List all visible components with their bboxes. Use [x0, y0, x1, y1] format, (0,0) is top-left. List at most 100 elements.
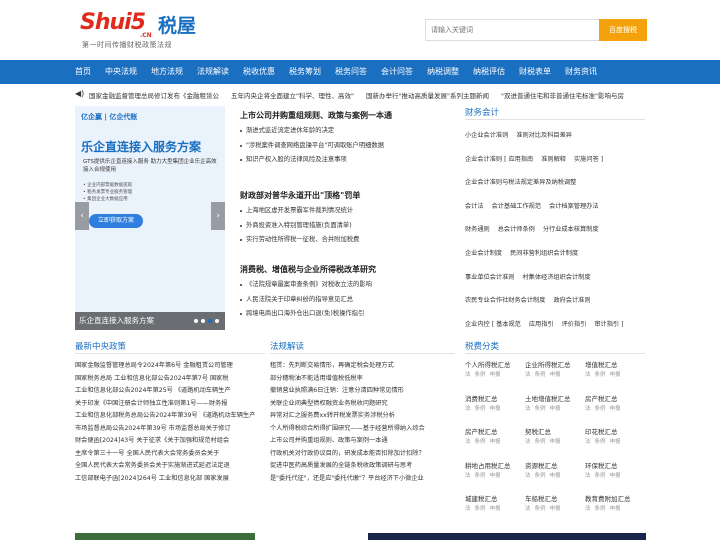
policy-item[interactable]: 租赁：先判断交易情形，再确定税会处理方式	[270, 360, 455, 373]
policy-item[interactable]: 主席令第三十一号 全国人民代表大会常务委员会关于	[75, 448, 265, 461]
search-button[interactable]: 百度搜税	[599, 19, 647, 41]
accounting-link[interactable]: 准则对比及科目差异	[516, 132, 572, 139]
tax-sublink[interactable]: 申报	[550, 473, 561, 479]
tax-name[interactable]: 个人所得税汇总	[465, 360, 525, 370]
accounting-link[interactable]: 农民专业合作社财务会计制度	[465, 297, 545, 304]
carousel-dot[interactable]	[201, 319, 205, 323]
tax-sublink[interactable]: 申报	[490, 406, 501, 412]
carousel-dot[interactable]	[194, 319, 198, 323]
bottom-banner-right[interactable]	[368, 533, 646, 540]
tax-sublink[interactable]: 法	[585, 406, 591, 412]
tax-name[interactable]: 契税汇总	[525, 427, 585, 437]
tax-sublink[interactable]: 法	[525, 372, 531, 378]
accounting-link[interactable]: 政府会计准则	[553, 297, 590, 304]
policy-item[interactable]: 关于印发《中国注册会计师独立性准则第1号——财务报	[75, 398, 265, 411]
policy-item[interactable]: 异常对汇之服务费xx转开税发票实务涉税分析	[270, 410, 455, 423]
policy-item[interactable]: 关联企业间典型债权融资业务税收问题研究	[270, 398, 455, 411]
ticker-item[interactable]: 五年内央企将全面建立"科学、理性、高效"	[231, 90, 354, 100]
nav-item[interactable]: 中央法规	[98, 60, 144, 84]
tax-name[interactable]: 增值税汇总	[585, 360, 645, 370]
nav-item[interactable]: 地方法规	[144, 60, 190, 84]
accounting-link[interactable]: 企业会计准则与税法规定差异及纳税调整	[465, 179, 576, 186]
news-item[interactable]: 外商投资准入特别管理措施(负面清单)	[240, 219, 450, 234]
news-item[interactable]: "涉税案件调查网络盘操平台"可调取账户明细数据	[240, 139, 450, 154]
tax-sublink[interactable]: 法	[465, 406, 471, 412]
tax-sublink[interactable]: 法	[525, 406, 531, 412]
tax-sublink[interactable]: 法	[465, 439, 471, 445]
accounting-link[interactable]: 评价指引	[562, 321, 587, 328]
tax-name[interactable]: 企业所得税汇总	[525, 360, 585, 370]
nav-item[interactable]: 纳税调整	[420, 60, 466, 84]
tax-sublink[interactable]: 条例	[595, 406, 606, 412]
tax-name[interactable]: 印花税汇总	[585, 427, 645, 437]
prev-arrow-icon[interactable]: ‹	[75, 202, 89, 230]
tax-name[interactable]: 城建税汇总	[465, 494, 525, 504]
nav-item[interactable]: 税务问答	[328, 60, 374, 84]
accounting-link[interactable]: 应用指引	[529, 321, 554, 328]
tax-sublink[interactable]: 法	[525, 506, 531, 512]
ticker-item[interactable]: 国新办举行"推动高质量发展"系列主题新闻	[366, 90, 489, 100]
tax-sublink[interactable]: 条例	[595, 506, 606, 512]
tax-sublink[interactable]: 申报	[550, 372, 561, 378]
tax-sublink[interactable]: 条例	[475, 372, 486, 378]
accounting-title[interactable]: 财务会计	[465, 106, 645, 120]
tax-sublink[interactable]: 法	[585, 439, 591, 445]
policy-item[interactable]: 全国人民代表大会常务委员会关于实施渐进式延迟法定退	[75, 460, 265, 473]
search-input[interactable]	[425, 19, 599, 41]
tax-name[interactable]: 环保税汇总	[585, 461, 645, 471]
ticker-item[interactable]: 国家金融监督管理总局修订发布《金融租赁公	[89, 90, 219, 100]
tax-sublink[interactable]: 法	[465, 372, 471, 378]
nav-item[interactable]: 税收优惠	[236, 60, 282, 84]
tax-name[interactable]: 耕地占用税汇总	[465, 461, 525, 471]
accounting-link[interactable]: 会计基础工作规范	[492, 203, 542, 210]
policy-item[interactable]: 行政机关对行政协议目的，研发成本能否扣除加计扣除？	[270, 448, 455, 461]
accounting-link[interactable]: 审计指引 ]	[594, 321, 623, 328]
tax-sublink[interactable]: 条例	[475, 473, 486, 479]
tax-sublink[interactable]: 申报	[610, 506, 621, 512]
tax-sublink[interactable]: 申报	[610, 406, 621, 412]
accounting-link[interactable]: 分行业成本核算制度	[543, 226, 599, 233]
tax-name[interactable]: 房产税汇总	[465, 427, 525, 437]
nav-item[interactable]: 财务资讯	[558, 60, 604, 84]
tax-sublink[interactable]: 条例	[535, 439, 546, 445]
tax-sublink[interactable]: 申报	[490, 439, 501, 445]
nav-item[interactable]: 纳税评估	[466, 60, 512, 84]
accounting-link[interactable]: 事业单位会计准则	[465, 274, 515, 281]
tax-sublink[interactable]: 法	[525, 439, 531, 445]
news-item[interactable]: 实行劳动性所得税一征税、合并附加税费	[240, 233, 450, 248]
accounting-link[interactable]: 企业内控 [ 基本规范	[465, 321, 521, 328]
news-item[interactable]: 上海地区虚开发票霸军件裁判情况统计	[240, 204, 450, 219]
accounting-link[interactable]: 民间非营利组织会计制度	[510, 250, 578, 257]
ticker-item[interactable]: "双进普通住宅和非普通住宅标准"影响与房	[501, 90, 624, 100]
tax-sublink[interactable]: 申报	[490, 372, 501, 378]
policy-item[interactable]: 部分穗物油不能适用增值税低税率	[270, 373, 455, 386]
policy-item[interactable]: 上市公司并购重组规则、政策与案例一本通	[270, 435, 455, 448]
news-group-title[interactable]: 上市公司并购重组规则、政策与案例一本通	[240, 110, 450, 121]
tax-sublink[interactable]: 法	[465, 473, 471, 479]
site-logo[interactable]: Shui5 .CN 税屋 第一时间传播财税政策法规	[80, 10, 200, 52]
tax-sublink[interactable]: 法	[585, 506, 591, 512]
tax-sublink[interactable]: 条例	[595, 372, 606, 378]
tax-name[interactable]: 消费税汇总	[465, 394, 525, 404]
policy-item[interactable]: 是"委托代征"，还是应"委托代缴"？平台经济下小微企业	[270, 473, 455, 486]
tax-name[interactable]: 车船税汇总	[525, 494, 585, 504]
news-group-title[interactable]: 消费税、增值税与企业所得税改革研究	[240, 264, 450, 275]
tax-sublink[interactable]: 申报	[490, 473, 501, 479]
tax-sublink[interactable]: 申报	[550, 439, 561, 445]
bottom-banner-left[interactable]	[75, 533, 255, 540]
tax-sublink[interactable]: 申报	[610, 372, 621, 378]
tax-sublink[interactable]: 条例	[535, 406, 546, 412]
accounting-link[interactable]: 实施问答 ]	[574, 156, 603, 163]
policy-item[interactable]: 市场监督总局公告2024年第39号 市场监督总局关于修订	[75, 423, 265, 436]
carousel-dot-active[interactable]	[208, 319, 212, 323]
tax-sublink[interactable]: 申报	[550, 506, 561, 512]
accounting-link[interactable]: 财务通则	[465, 226, 490, 233]
tax-sublink[interactable]: 条例	[595, 473, 606, 479]
tax-sublink[interactable]: 条例	[535, 372, 546, 378]
news-item[interactable]: 渐进式监近流定进休年龄的决定	[240, 124, 450, 139]
policy-item[interactable]: 撤销营业执照满6日注销：注意分清四种常见情形	[270, 385, 455, 398]
tax-sublink[interactable]: 条例	[475, 506, 486, 512]
policy-item[interactable]: 国家金融监督管理总局令2024年第6号 金融租赁公司管理	[75, 360, 265, 373]
carousel-dot[interactable]	[215, 319, 219, 323]
policy-item[interactable]: 财会便函[2024]43号 关于征求《关于加强和规范村组会	[75, 435, 265, 448]
